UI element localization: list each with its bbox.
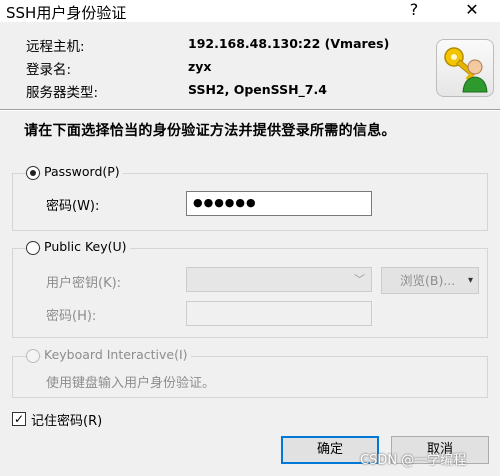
browse-button-label: 浏览(B)... (400, 273, 456, 288)
help-button[interactable]: ? (397, 0, 431, 22)
browse-button[interactable]: 浏览(B)... ▾ (381, 267, 479, 294)
remote-host-label: 远程主机: (26, 39, 85, 55)
header-separator (0, 109, 500, 110)
password-radio[interactable] (26, 166, 40, 180)
key-user-icon (436, 39, 494, 97)
watermark-text: CSDN @一学编程 (360, 453, 467, 468)
title-bar: SSH用户身份验证 ? ✕ (0, 0, 500, 22)
public-key-radio-label[interactable]: Public Key(U) (41, 239, 130, 254)
chevron-down-icon: ﹀ (354, 273, 365, 286)
check-icon: ✓ (13, 412, 25, 426)
login-name-value: zyx (188, 59, 212, 74)
user-key-label: 用户密钥(K): (46, 276, 122, 291)
dropdown-arrow-icon: ▾ (467, 275, 473, 286)
user-key-select[interactable]: ﹀ (186, 267, 372, 292)
remember-password-checkbox[interactable]: ✓ (12, 412, 26, 426)
password-radio-label[interactable]: Password(P) (41, 164, 123, 179)
window-title: SSH用户身份验证 (6, 4, 127, 22)
keyboard-interactive-description: 使用键盘输入用户身份验证。 (46, 376, 216, 391)
close-button[interactable]: ✕ (455, 0, 489, 22)
remote-host-value: 192.168.48.130:22 (Vmares) (188, 36, 390, 51)
password-field-label: 密码(W): (46, 199, 100, 214)
server-type-label: 服务器类型: (26, 85, 99, 101)
public-key-radio[interactable] (26, 241, 40, 255)
password-masked-value: ●●●●●● (193, 196, 257, 209)
login-name-label: 登录名: (26, 62, 72, 78)
passphrase-label: 密码(H): (46, 309, 97, 324)
password-input[interactable]: ●●●●●● (186, 191, 372, 216)
keyboard-interactive-radio-label[interactable]: Keyboard Interactive(I) (41, 347, 191, 362)
remember-password-label[interactable]: 记住密码(R) (31, 410, 102, 429)
server-type-value: SSH2, OpenSSH_7.4 (188, 82, 327, 97)
passphrase-input[interactable] (186, 301, 372, 326)
instruction-text: 请在下面选择恰当的身份验证方法并提供登录所需的信息。 (24, 123, 396, 139)
keyboard-interactive-radio[interactable] (26, 349, 40, 363)
